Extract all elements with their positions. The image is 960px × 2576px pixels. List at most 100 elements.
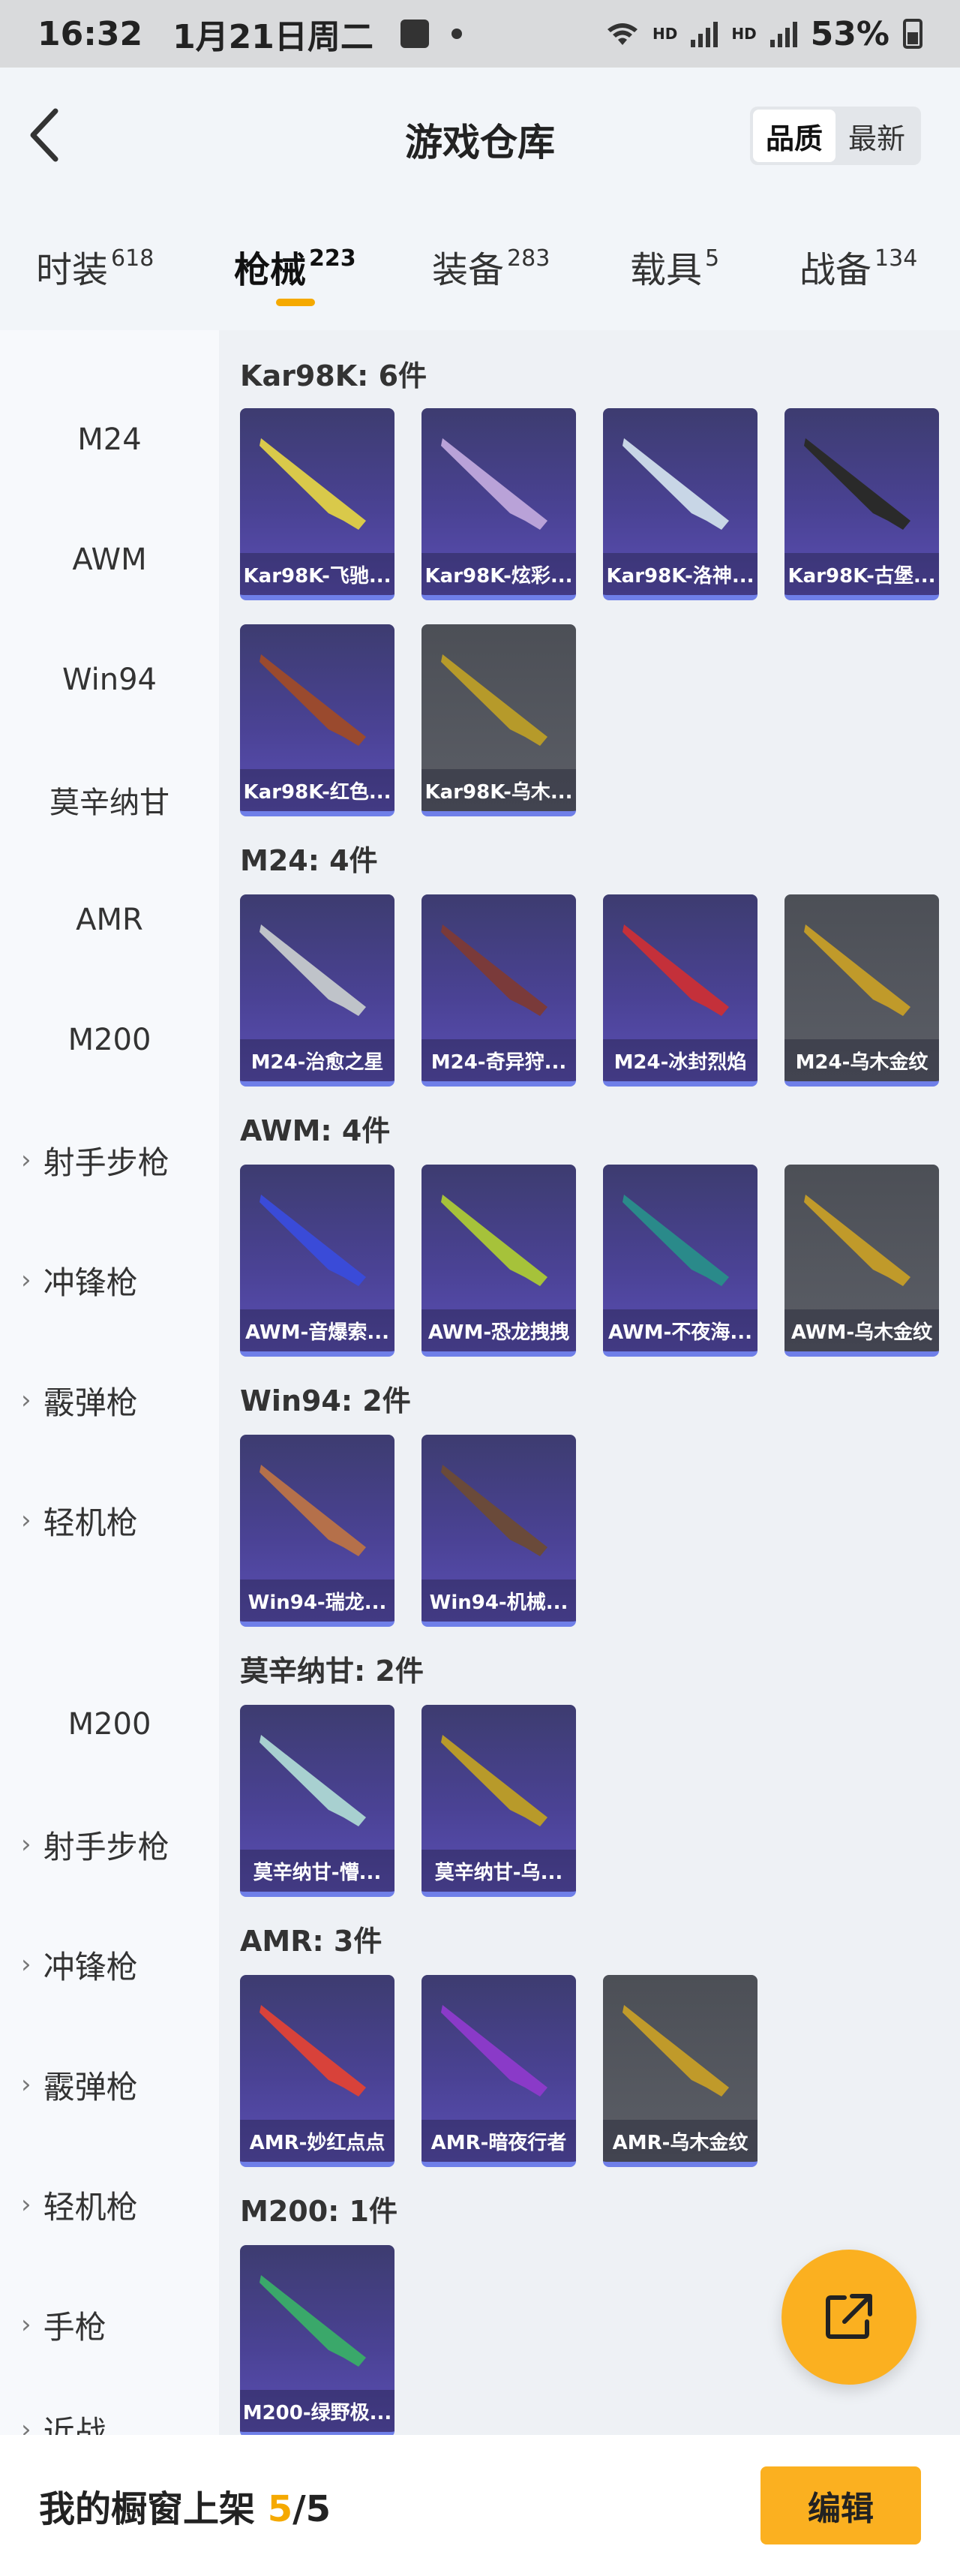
sidebar-category-pistol[interactable]: › 手枪 <box>0 2295 219 2355</box>
weapon-card-label: Kar98K-炫彩... <box>422 553 576 595</box>
weapon-card[interactable]: AWM-恐龙拽拽 <box>422 1165 576 1357</box>
share-fab-button[interactable] <box>782 2250 916 2385</box>
weapon-card[interactable]: Win94-瑞龙... <box>240 1435 394 1627</box>
weapon-card[interactable]: 莫辛纳甘-乌... <box>422 1705 576 1897</box>
sidebar-item-win94[interactable]: Win94 <box>0 650 219 710</box>
sidebar-category-shotgun-2[interactable]: › 霰弹枪 <box>0 2054 219 2115</box>
sidebar-item-amr[interactable]: AMR <box>0 890 219 950</box>
weapon-card[interactable]: Kar98K-洛神... <box>603 408 758 600</box>
sidebar-category-dmr[interactable]: › 射手步枪 <box>0 1130 219 1190</box>
weapon-card[interactable]: M24-奇异狩... <box>422 894 576 1087</box>
weapon-card[interactable]: Kar98K-飞驰... <box>240 408 394 600</box>
notification-dot-icon <box>451 29 462 39</box>
weapon-card-label: AWM-不夜海... <box>603 1309 758 1351</box>
sidebar-category-label: 冲锋枪 <box>43 1264 138 1301</box>
rifle-icon <box>804 1195 910 1286</box>
section-title: M24: 4件 <box>240 844 378 877</box>
rifle-icon <box>260 924 366 1016</box>
weapon-card[interactable]: Kar98K-古堡... <box>784 408 939 600</box>
showcase-total-count: /5 <box>292 2488 332 2530</box>
gallery-icon <box>400 20 429 48</box>
hd-badge-2-icon: HD <box>731 25 757 43</box>
weapon-card[interactable]: AWM-音爆索... <box>240 1165 394 1357</box>
sidebar-category-label: 轻机枪 <box>43 1504 138 1541</box>
weapon-card[interactable]: 莫辛纳甘-懵... <box>240 1705 394 1897</box>
tab-label: 枪械 <box>234 249 307 291</box>
sidebar-category-smg-2[interactable]: › 冲锋枪 <box>0 1934 219 1994</box>
sidebar-item-awm[interactable]: AWM <box>0 530 219 590</box>
tab-weapons[interactable]: 枪械 223 <box>234 240 356 293</box>
weapon-card[interactable]: Win94-机械... <box>422 1435 576 1627</box>
battery-icon <box>903 19 922 49</box>
sidebar-category-shotgun[interactable]: › 霰弹枪 <box>0 1370 219 1430</box>
section-title: Win94: 2件 <box>240 1384 411 1417</box>
showcase-current-count: 5 <box>267 2488 293 2530</box>
sidebar-item-cut-top[interactable]: Kar98K <box>0 330 219 337</box>
weapon-card-label: M200-绿野极... <box>240 2390 394 2432</box>
rifle-icon <box>441 1465 548 1556</box>
chevron-right-icon: › <box>21 1949 32 1979</box>
chevron-right-icon: › <box>21 1265 32 1295</box>
chevron-right-icon: › <box>21 1145 32 1175</box>
weapon-card-label: Kar98K-飞驰... <box>240 553 394 595</box>
showcase-label: 我的橱窗上架 <box>39 2488 256 2530</box>
weapon-card-label: Kar98K-古堡... <box>784 553 939 595</box>
weapon-card[interactable]: Kar98K-红色... <box>240 624 394 816</box>
tab-label: 时装 <box>36 249 109 291</box>
wifi-icon <box>607 23 638 45</box>
tab-count: 134 <box>874 245 918 272</box>
sidebar-item-m200[interactable]: M200 <box>0 1010 219 1070</box>
sidebar-category-melee[interactable]: › 近战 <box>0 2400 219 2436</box>
sort-newest-button[interactable]: 最新 <box>836 110 918 162</box>
rifle-icon <box>441 438 548 530</box>
tab-fashion[interactable]: 时装 618 <box>36 240 154 293</box>
tab-count: 5 <box>705 245 720 272</box>
section-title: 莫辛纳甘: 2件 <box>240 1655 424 1688</box>
status-time: 16:32 <box>38 14 143 53</box>
sidebar-item-mosin[interactable]: 莫辛纳甘 <box>0 770 219 830</box>
edit-button[interactable]: 编辑 <box>760 2466 921 2544</box>
weapon-card[interactable]: AMR-妙红点点 <box>240 1975 394 2167</box>
sidebar-category-label: 冲锋枪 <box>43 1948 138 1985</box>
sidebar-category-dmr-2[interactable]: › 射手步枪 <box>0 1814 219 1874</box>
status-date: 1月21日周二 <box>172 18 374 56</box>
tab-supplies[interactable]: 战备 134 <box>800 240 917 293</box>
weapon-card[interactable]: AWM-不夜海... <box>603 1165 758 1357</box>
chevron-right-icon: › <box>21 2070 32 2100</box>
sidebar-item-m24[interactable]: M24 <box>0 410 219 470</box>
weapon-card[interactable]: M24-乌木金纹 <box>784 894 939 1087</box>
weapon-card-label: Win94-机械... <box>422 1580 576 1622</box>
rifle-icon <box>260 438 366 530</box>
rifle-icon <box>804 924 910 1016</box>
tab-equipment[interactable]: 装备 283 <box>432 240 550 293</box>
weapon-card[interactable]: M24-治愈之星 <box>240 894 394 1087</box>
sidebar-item-m200-2[interactable]: M200 <box>0 1694 219 1754</box>
sort-quality-button[interactable]: 品质 <box>753 110 836 162</box>
rifle-icon <box>260 1465 366 1556</box>
rifle-icon <box>260 2005 366 2097</box>
weapon-card-label: M24-乌木金纹 <box>784 1039 939 1081</box>
chevron-right-icon: › <box>21 1385 32 1415</box>
weapon-card[interactable]: M24-冰封烈焰 <box>603 894 758 1087</box>
header: 游戏仓库 品质 最新 <box>0 68 960 203</box>
rifle-icon <box>622 2005 729 2097</box>
weapon-card[interactable]: AMR-暗夜行者 <box>422 1975 576 2167</box>
weapon-card[interactable]: AWM-乌木金纹 <box>784 1165 939 1357</box>
status-bar: 16:32 1月21日周二 HD HD 53% <box>0 0 960 68</box>
sort-toggle: 品质 最新 <box>750 107 921 165</box>
weapon-card[interactable]: M200-绿野极... <box>240 2245 394 2435</box>
tab-vehicles[interactable]: 载具 5 <box>630 240 719 293</box>
weapon-card-label: Kar98K-红色... <box>240 769 394 811</box>
category-tabs: 时装 618 枪械 223 装备 283 载具 5 战备 134 <box>0 203 960 330</box>
section-title: M200: 1件 <box>240 2195 398 2228</box>
sidebar-category-lmg-2[interactable]: › 轻机枪 <box>0 2175 219 2235</box>
external-link-icon <box>826 2294 872 2339</box>
weapon-card[interactable]: AMR-乌木金纹 <box>603 1975 758 2167</box>
weapon-card-label: AWM-恐龙拽拽 <box>422 1309 576 1351</box>
rifle-icon <box>260 2275 366 2367</box>
sidebar-category-smg[interactable]: › 冲锋枪 <box>0 1250 219 1310</box>
weapon-card[interactable]: Kar98K-乌木... <box>422 624 576 816</box>
weapon-card[interactable]: Kar98K-炫彩... <box>422 408 576 600</box>
weapon-grid: Kar98K: 6件 M24: 4件 AWM: 4件 Win94: 2件 莫辛纳… <box>219 330 960 2435</box>
sidebar-category-lmg[interactable]: › 轻机枪 <box>0 1490 219 1550</box>
